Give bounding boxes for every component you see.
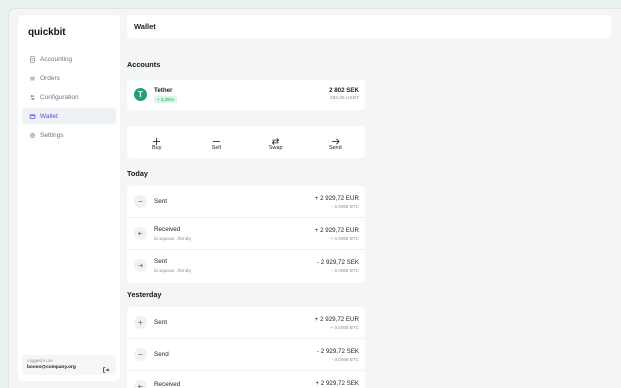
tx-sub-amount: - 0,0068 BTC: [331, 268, 359, 273]
tx-amount: - 2 929,72 SEK: [317, 259, 359, 266]
sidebar-item-label: Orders: [40, 74, 60, 82]
user-email: booso@company.org: [27, 365, 76, 370]
sidebar-item-accounting[interactable]: Accounting: [22, 51, 116, 67]
account-row-tether[interactable]: T Tether + 3,26% 2 802 SEK 283,35 USDT: [127, 80, 365, 110]
send-button[interactable]: Send: [306, 126, 366, 158]
buy-label: Buy: [152, 145, 162, 151]
minus-icon: [134, 348, 147, 361]
account-change-badge: + 3,26%: [154, 96, 177, 103]
tx-amount: + 2 929,72 EUR: [314, 316, 359, 323]
buy-button[interactable]: Buy: [127, 126, 187, 158]
arrow-right-icon: [331, 133, 340, 145]
tx-address: bc1qaruei...f5mdq: [154, 236, 191, 241]
swap-button[interactable]: Swap: [246, 126, 306, 158]
yesterday-title: Yesterday: [127, 290, 162, 299]
page-header: Wallet: [127, 15, 611, 38]
sliders-icon: [28, 93, 36, 101]
sell-label: Sell: [211, 145, 221, 151]
tx-type: Received: [154, 381, 181, 388]
table-row[interactable]: Sent + 2 929,72 EUR + 0,0068 BTC: [127, 307, 365, 339]
page-title: Wallet: [134, 22, 156, 31]
swap-icon: [271, 133, 280, 145]
minus-icon: [212, 133, 221, 142]
arrow-left-icon: [134, 227, 147, 240]
arrow-right-icon: [134, 259, 147, 272]
sidebar-item-configuration[interactable]: Configuration: [22, 89, 116, 105]
user-box: Logged in as booso@company.org: [22, 355, 116, 375]
gear-icon: [28, 131, 36, 139]
tx-sub-amount: + 0,0068 BTC: [330, 325, 359, 330]
tx-address: bc1qaruei...f5mdq: [154, 268, 191, 273]
accounts-card: T Tether + 3,26% 2 802 SEK 283,35 USDT: [127, 80, 365, 110]
logout-icon[interactable]: [102, 361, 110, 373]
sidebar-item-label: Accounting: [40, 55, 73, 63]
sidebar-item-label: Wallet: [40, 112, 58, 120]
today-title: Today: [127, 169, 148, 178]
sidebar-item-settings[interactable]: Settings: [22, 127, 116, 143]
sidebar-item-label: Configuration: [40, 93, 79, 101]
tx-amount: + 2 929,72 SEK: [315, 380, 359, 387]
tx-sub-amount: + 0,0068 BTC: [330, 236, 359, 241]
tx-amount: + 2 929,72 EUR: [314, 227, 359, 234]
tx-type: Sent: [154, 198, 167, 205]
sidebar-item-label: Settings: [40, 131, 64, 139]
tx-amount: + 2 929,72 EUR: [314, 195, 359, 202]
tx-type: Sent: [154, 319, 167, 326]
sell-button[interactable]: Sell: [187, 126, 247, 158]
tx-type: Send: [154, 351, 169, 358]
minus-icon: [134, 195, 147, 208]
yesterday-card: Sent + 2 929,72 EUR + 0,0068 BTC Send - …: [127, 307, 365, 388]
swap-label: Swap: [268, 145, 283, 151]
plus-icon: [134, 316, 147, 329]
account-sub-amount: 283,35 USDT: [329, 96, 359, 101]
send-label: Send: [328, 145, 342, 151]
account-name: Tether: [154, 87, 173, 94]
brand-logo: quickbit: [28, 27, 66, 38]
tx-sub-amount: - 0,0068 BTC: [331, 204, 359, 209]
list-icon: [28, 74, 36, 82]
accounts-title: Accounts: [127, 60, 161, 69]
tx-type: Sent: [154, 258, 167, 265]
actions-card: Buy Sell Swap Send: [127, 126, 365, 158]
table-row[interactable]: Send - 2 929,72 SEK - 0,0068 BTC: [127, 339, 365, 371]
table-row[interactable]: Received bc1qaruei...f5mdq + 2 929,72 EU…: [127, 218, 365, 250]
sidebar-item-orders[interactable]: Orders: [22, 70, 116, 86]
account-amount: 2 802 SEK: [329, 87, 359, 94]
table-row[interactable]: Sent bc1qaruei...f5mdq - 2 929,72 SEK - …: [127, 250, 365, 282]
tx-amount: - 2 929,72 SEK: [317, 348, 359, 355]
tether-icon: T: [134, 88, 147, 101]
sidebar-nav: Accounting Orders Configuration Wallet S…: [22, 51, 116, 146]
arrow-left-icon: [134, 380, 147, 388]
table-row[interactable]: Received + 2 929,72 SEK: [127, 371, 365, 388]
wallet-icon: [28, 112, 36, 120]
document-icon: [28, 55, 36, 63]
tx-type: Received: [154, 226, 181, 233]
sidebar-item-wallet[interactable]: Wallet: [22, 108, 116, 124]
today-card: Sent + 2 929,72 EUR - 0,0068 BTC Receive…: [127, 186, 365, 283]
table-row[interactable]: Sent + 2 929,72 EUR - 0,0068 BTC: [127, 186, 365, 218]
tx-sub-amount: - 0,0068 BTC: [331, 357, 359, 362]
plus-icon: [152, 133, 161, 146]
sidebar: quickbit Accounting Orders Configuration…: [18, 15, 120, 381]
